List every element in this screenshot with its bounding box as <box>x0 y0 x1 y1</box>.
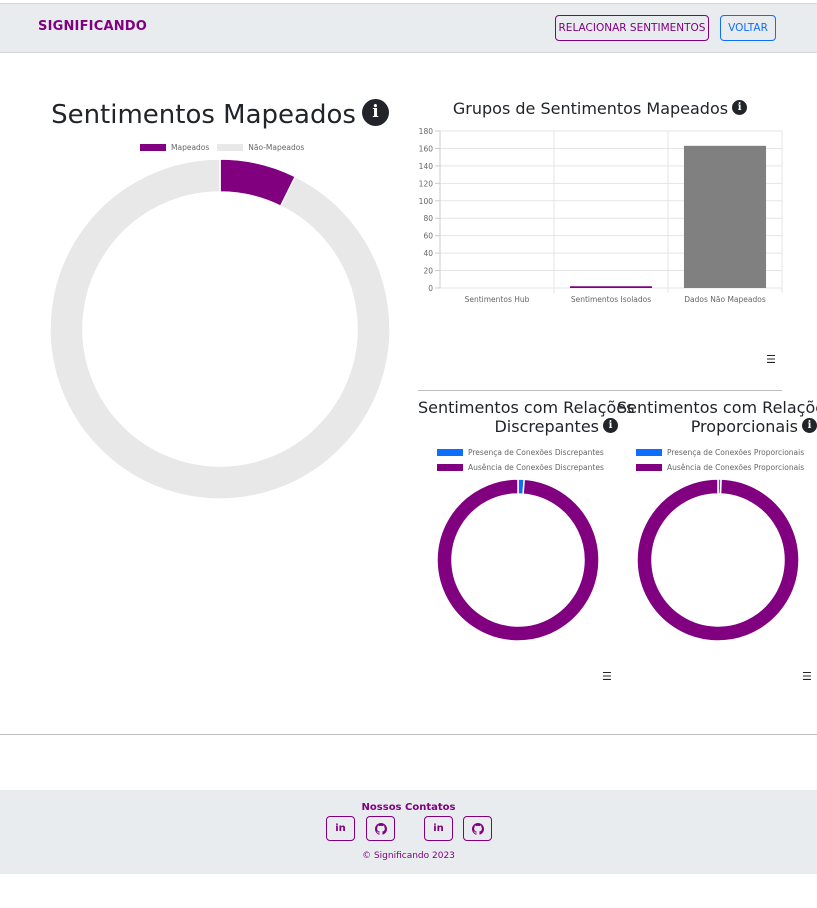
info-circle-icon[interactable]: i <box>802 418 817 433</box>
linkedin-icon[interactable]: in <box>424 816 453 841</box>
discrepantes-chart-title: Sentimentos com Relações Discrepantes i <box>418 398 635 436</box>
navbar: SIGNIFICANDO RELACIONAR SENTIMENTOS VOLT… <box>0 4 817 53</box>
bar-2[interactable] <box>683 145 767 288</box>
info-circle-icon[interactable]: i <box>603 418 618 433</box>
info-circle-icon[interactable]: i <box>361 99 389 126</box>
main-donut-slice-0[interactable] <box>219 158 297 208</box>
bar-y-tick-label: 80 <box>423 214 433 223</box>
page-divider <box>0 734 817 735</box>
proporcionais-title-line2: Proporcionais <box>690 417 798 436</box>
legend-label-nao-mapeados[interactable]: Não-Mapeados <box>248 143 304 152</box>
legend-swatch-presenca-discrepantes[interactable] <box>437 449 463 456</box>
bar-chart-title: Grupos de Sentimentos Mapeados i <box>418 99 782 118</box>
discrepantes-legend-item-1: Presença de Conexões Discrepantes <box>437 448 604 457</box>
proporcionais-legend-item-2: Ausência de Conexões Proporcionais <box>636 463 804 472</box>
bar-y-tick-label: 160 <box>419 144 434 153</box>
bar-chart-title-text: Grupos de Sentimentos Mapeados <box>452 99 729 118</box>
legend-label-ausencia-proporcionais[interactable]: Ausência de Conexões Proporcionais <box>667 463 804 472</box>
discrepantes-legend-item-2: Ausência de Conexões Discrepantes <box>437 463 604 472</box>
section-divider <box>418 390 782 391</box>
linkedin-glyph: in <box>433 823 444 834</box>
proporcionais-donut-slice-0[interactable] <box>717 478 722 495</box>
discrepantes-title-line1: Sentimentos com Relações <box>418 398 635 417</box>
list-icon[interactable]: ☰ <box>766 354 776 365</box>
bar-1[interactable] <box>569 286 653 288</box>
linkedin-glyph: in <box>335 823 346 834</box>
bar-y-tick-label: 0 <box>428 284 433 293</box>
bar-x-tick-label: Sentimentos Isolados <box>571 295 651 304</box>
proporcionais-title-line1: Sentimentos com Relações <box>617 398 817 417</box>
bar-y-tick-label: 140 <box>419 162 434 171</box>
legend-swatch-ausencia-proporcionais[interactable] <box>636 464 662 471</box>
legend-label-ausencia-discrepantes[interactable]: Ausência de Conexões Discrepantes <box>468 463 604 472</box>
github-glyph <box>471 822 484 835</box>
main-chart-title-text: Sentimentos Mapeados <box>51 100 356 130</box>
discrepantes-donut-slice-1[interactable] <box>436 478 600 642</box>
info-circle-icon[interactable]: i <box>732 100 748 115</box>
proporcionais-donut-slice-1[interactable] <box>636 478 800 642</box>
list-icon[interactable]: ☰ <box>802 671 812 682</box>
bar-y-tick-label: 20 <box>423 267 433 276</box>
copyright-text: © Significando 2023 <box>362 851 455 861</box>
main-donut-slice-1[interactable] <box>49 158 391 500</box>
main-chart-legend: Mapeados Não-Mapeados <box>140 143 304 152</box>
contacts-title: Nossos Contatos <box>361 802 456 813</box>
legend-swatch-mapeados[interactable] <box>140 144 166 151</box>
list-icon[interactable]: ☰ <box>602 671 612 682</box>
discrepantes-title-line2: Discrepantes <box>494 417 599 436</box>
brand-logo[interactable]: SIGNIFICANDO <box>38 19 147 34</box>
proporcionais-legend-item-1: Presença de Conexões Proporcionais <box>636 448 804 457</box>
main-chart-title: Sentimentos Mapeados i <box>0 99 440 130</box>
voltar-button[interactable]: VOLTAR <box>720 15 776 41</box>
bar-y-tick-label: 100 <box>419 197 434 206</box>
relacionar-sentimentos-button[interactable]: RELACIONAR SENTIMENTOS <box>555 15 709 41</box>
proporcionais-chart-title: Sentimentos com Relações Proporcionais i <box>617 398 817 436</box>
linkedin-icon[interactable]: in <box>326 816 355 841</box>
bar-y-tick-label: 120 <box>419 179 434 188</box>
bar-y-tick-label: 40 <box>423 249 433 258</box>
bar-x-tick-label: Sentimentos Hub <box>465 295 530 304</box>
legend-label-presenca-proporcionais[interactable]: Presença de Conexões Proporcionais <box>667 448 804 457</box>
legend-swatch-nao-mapeados[interactable] <box>217 144 244 151</box>
legend-swatch-presenca-proporcionais[interactable] <box>636 449 662 456</box>
github-glyph <box>374 822 387 835</box>
legend-label-presenca-discrepantes[interactable]: Presença de Conexões Discrepantes <box>468 448 604 457</box>
discrepantes-donut-slice-0[interactable] <box>517 478 526 496</box>
footer: Nossos Contatos in in © Significando 202… <box>0 790 817 874</box>
legend-swatch-ausencia-discrepantes[interactable] <box>437 464 463 471</box>
github-icon[interactable] <box>463 816 492 841</box>
legend-label-mapeados[interactable]: Mapeados <box>171 143 209 152</box>
bar-y-tick-label: 60 <box>423 232 433 241</box>
bar-x-tick-label: Dados Não Mapeados <box>684 295 766 304</box>
github-icon[interactable] <box>366 816 395 841</box>
